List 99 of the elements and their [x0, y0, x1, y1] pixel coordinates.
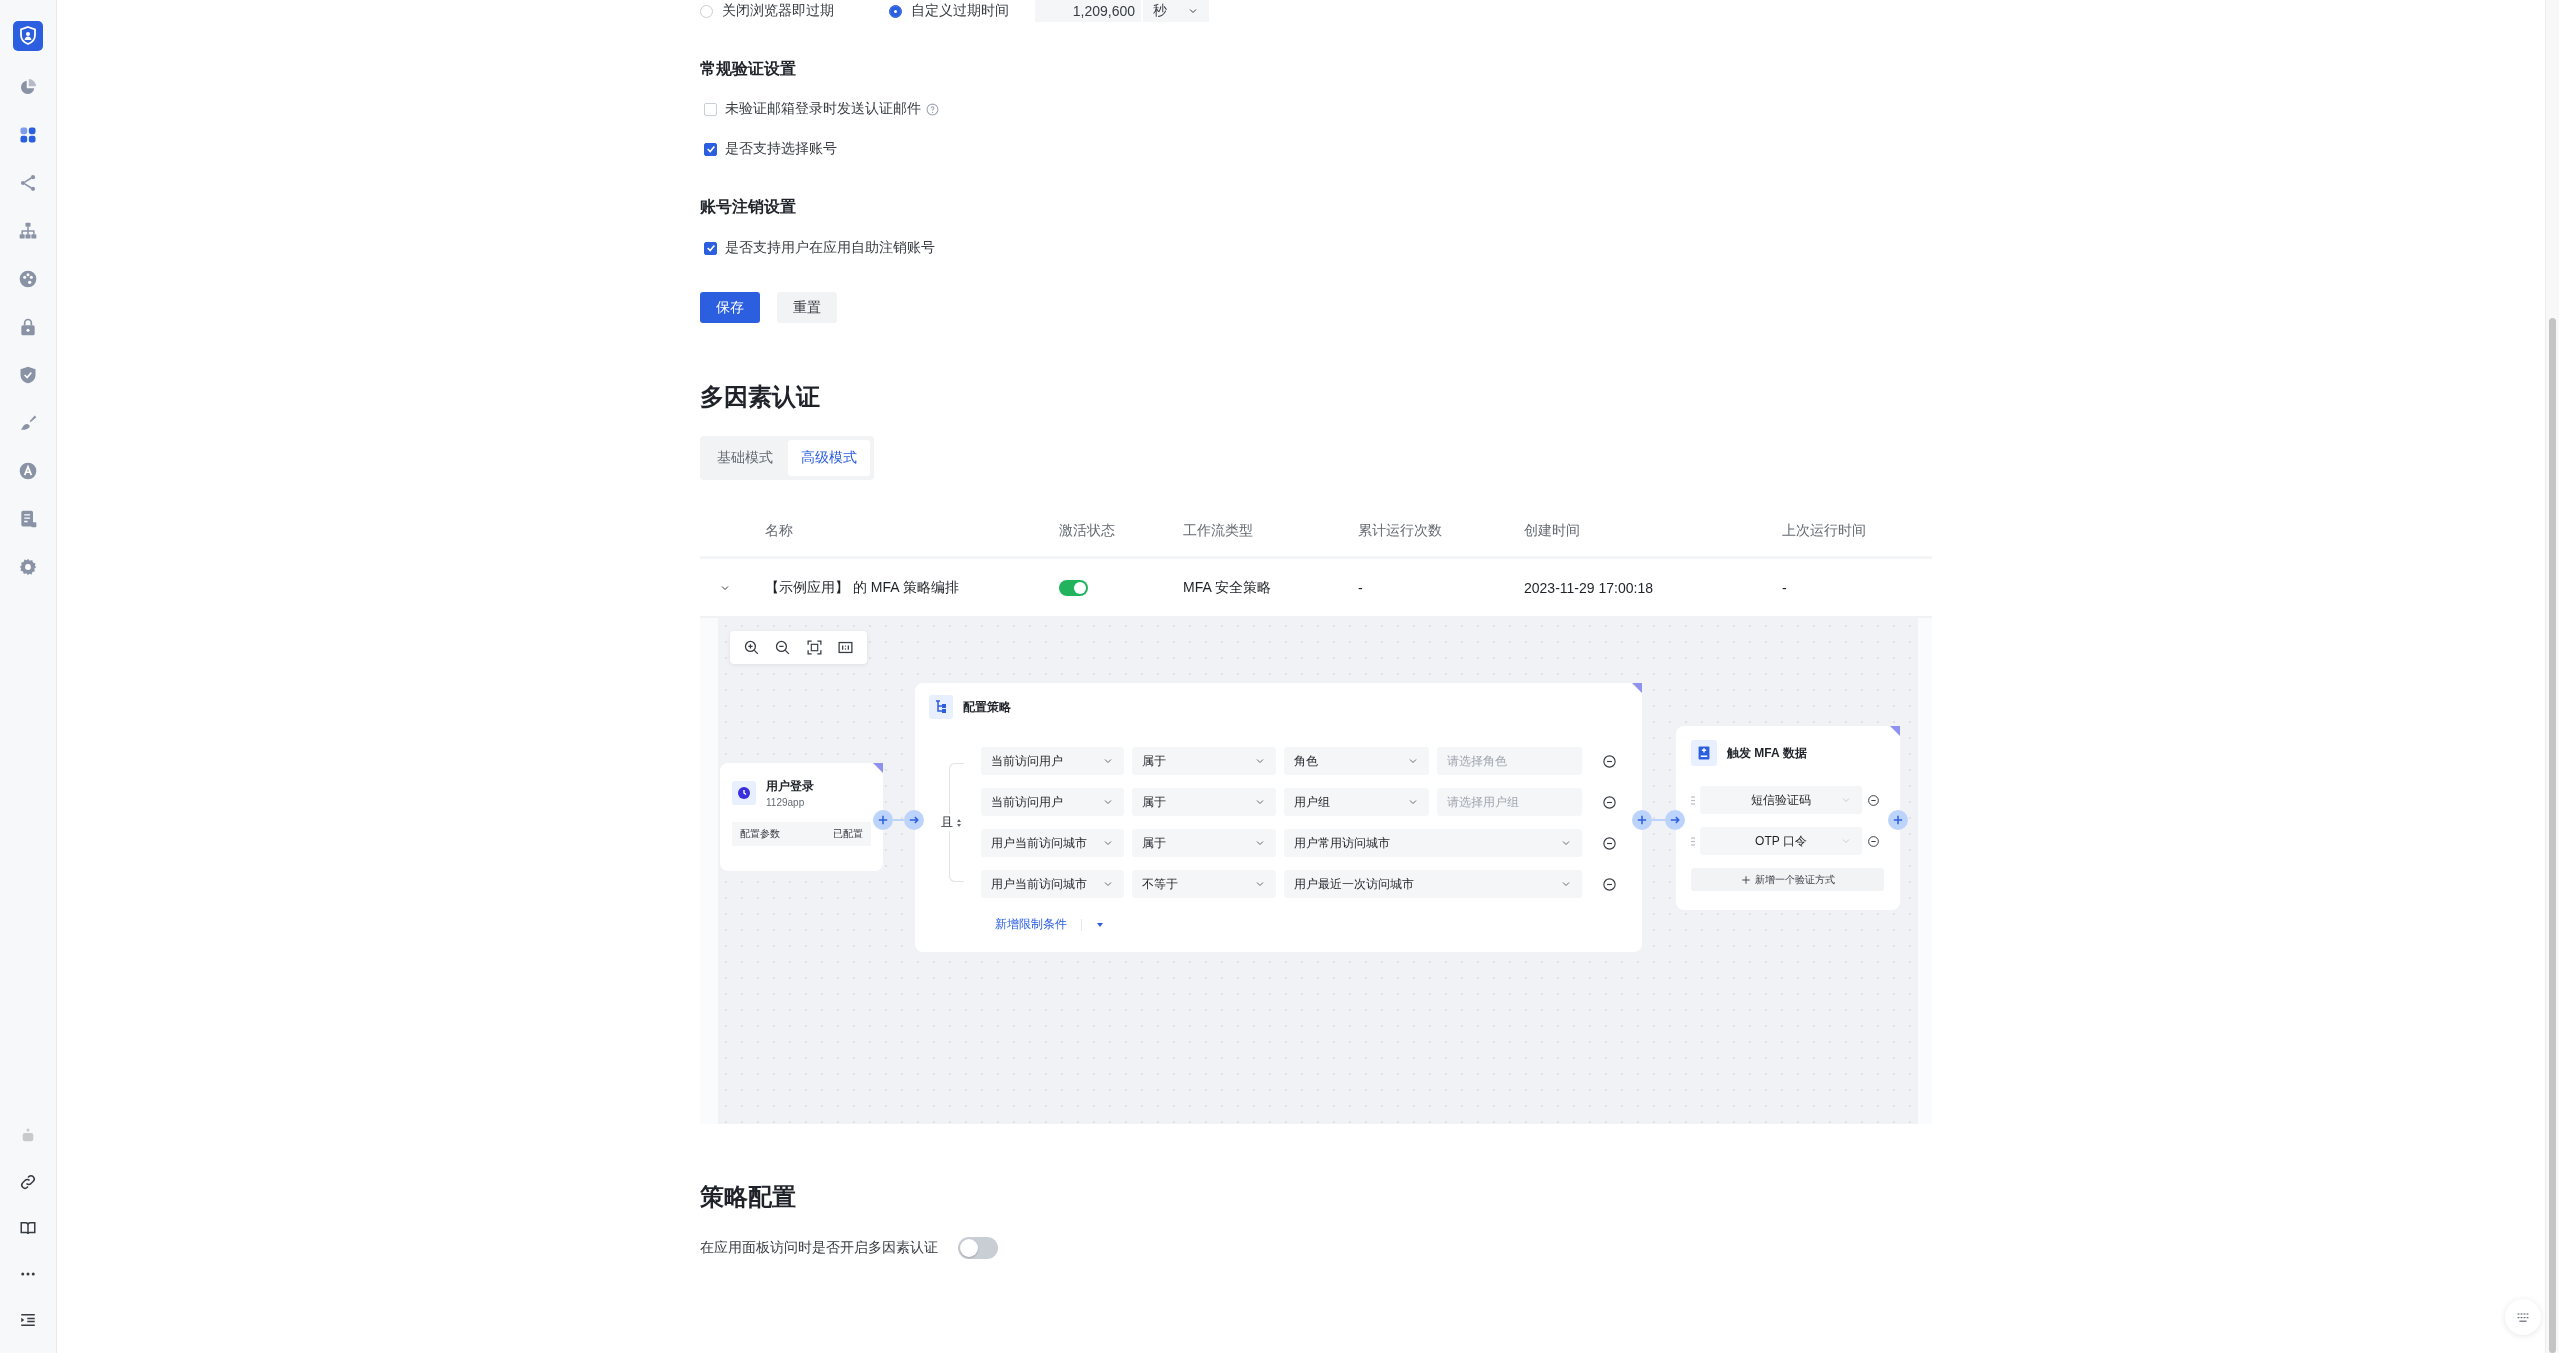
node-title: 触发 MFA 数据	[1727, 744, 1807, 762]
table-cell-text: 2023-11-29 17:00:18	[1524, 579, 1654, 596]
section-title: 策略配置	[700, 1182, 797, 1212]
value-dropdown[interactable]: 角色	[1284, 747, 1429, 775]
drag-handle-icon[interactable]	[1691, 836, 1695, 846]
subject-dropdown[interactable]: 用户当前访问城市	[981, 829, 1124, 857]
column-header: 名称	[765, 521, 794, 540]
column-header: 工作流类型	[1183, 521, 1254, 540]
palette-icon[interactable]	[18, 269, 38, 289]
checkbox-label: 是否支持选择账号	[725, 140, 837, 158]
section-title: 账号注销设置	[700, 197, 797, 217]
duration-field[interactable]: 1,209,600	[1035, 0, 1141, 22]
remove-icon[interactable]	[1602, 753, 1617, 769]
share-icon[interactable]	[18, 173, 38, 193]
org-chart-icon[interactable]	[18, 221, 38, 241]
unit-dropdown[interactable]: 秒	[1143, 0, 1209, 22]
value-field[interactable]: 请选择用户组	[1437, 788, 1582, 816]
param-value: 已配置	[833, 827, 863, 841]
arrow-port-icon[interactable]	[904, 810, 924, 830]
document-icon[interactable]	[18, 509, 38, 529]
caret-icon[interactable]	[1096, 920, 1104, 929]
value-dropdown[interactable]: 用户常用访问城市	[1284, 829, 1582, 857]
node-subtitle: 1129app	[766, 797, 806, 808]
operator-dropdown[interactable]: 属于	[1132, 829, 1276, 857]
param-label: 配置参数	[740, 827, 780, 841]
operator-dropdown[interactable]: 不等于	[1132, 870, 1276, 898]
font-icon[interactable]	[18, 461, 38, 481]
grid-dots-icon	[2517, 1311, 2529, 1323]
save-button[interactable]: 保存	[700, 292, 760, 323]
column-header: 创建时间	[1524, 521, 1581, 540]
column-header: 激活状态	[1059, 521, 1116, 540]
pie-chart-icon[interactable]	[18, 77, 38, 97]
value-field[interactable]: 请选择角色	[1437, 747, 1582, 775]
fit-screen-icon[interactable]	[805, 639, 823, 656]
node-title: 配置策略	[963, 698, 1011, 716]
toggle-switch[interactable]	[958, 1237, 998, 1259]
logic-label: 且	[941, 814, 953, 831]
corner-marker	[1890, 726, 1900, 736]
settings-icon[interactable]	[18, 557, 38, 577]
add-method-button[interactable]: 新增一个验证方式	[1691, 868, 1884, 891]
table-cell-text: -	[1358, 579, 1364, 596]
radio-label: 自定义过期时间	[911, 2, 1009, 20]
lock-icon[interactable]	[18, 317, 38, 337]
shield-logo[interactable]	[13, 21, 43, 51]
subject-dropdown[interactable]: 当前访问用户	[981, 747, 1124, 775]
add-node-button[interactable]	[873, 810, 893, 830]
arrow-port-icon[interactable]	[1665, 810, 1685, 830]
method-dropdown[interactable]: 短信验证码	[1700, 786, 1862, 814]
brush-icon[interactable]	[18, 413, 38, 433]
table-cell-text: MFA 安全策略	[1183, 578, 1272, 597]
remove-icon[interactable]	[1602, 835, 1617, 851]
operator-dropdown[interactable]: 属于	[1132, 747, 1276, 775]
remove-icon[interactable]	[1602, 794, 1617, 810]
apps-grid-icon[interactable]	[18, 125, 38, 145]
subject-dropdown[interactable]: 当前访问用户	[981, 788, 1124, 816]
checkbox-label: 是否支持用户在应用自助注销账号	[725, 239, 935, 257]
add-condition-link[interactable]: 新增限制条件	[995, 916, 1067, 933]
shield-check-icon[interactable]	[18, 365, 38, 385]
toggle-label: 在应用面板访问时是否开启多因素认证	[700, 1239, 938, 1257]
value-dropdown[interactable]: 用户最近一次访问城市	[1284, 870, 1582, 898]
actual-size-icon[interactable]	[836, 639, 854, 656]
radio-label: 关闭浏览器即过期	[722, 2, 834, 20]
checkbox[interactable]	[704, 142, 717, 156]
checkbox-label: 未验证邮箱登录时发送认证邮件	[725, 100, 921, 118]
book-icon[interactable]	[19, 1219, 37, 1237]
add-node-button[interactable]	[1888, 810, 1908, 830]
reset-button[interactable]: 重置	[777, 292, 837, 323]
table-cell-text: -	[1782, 579, 1788, 596]
zoom-in-icon[interactable]	[743, 639, 761, 656]
tree-icon	[929, 695, 953, 719]
sort-icon[interactable]	[956, 817, 962, 828]
subject-dropdown[interactable]: 用户当前访问城市	[981, 870, 1124, 898]
operator-dropdown[interactable]: 属于	[1132, 788, 1276, 816]
node-title: 用户登录	[766, 778, 814, 795]
radio-button[interactable]	[889, 4, 902, 18]
plus-icon	[1740, 874, 1751, 885]
drag-handle-icon[interactable]	[1691, 795, 1695, 805]
table-cell-text: 【示例应用】 的 MFA 策略编排	[765, 578, 960, 597]
scrollbar[interactable]	[2545, 0, 2559, 1353]
checkbox[interactable]	[704, 241, 717, 255]
section-title: 常规验证设置	[700, 59, 797, 79]
mode-tab[interactable]: 基础模式	[704, 440, 786, 476]
value-dropdown[interactable]: 用户组	[1284, 788, 1429, 816]
mode-tab[interactable]: 高级模式	[788, 440, 870, 476]
add-node-button[interactable]	[1632, 810, 1652, 830]
zoom-out-icon[interactable]	[774, 639, 792, 656]
toggle-switch[interactable]	[1059, 579, 1088, 596]
link-icon[interactable]	[19, 1173, 37, 1191]
file-icon	[1691, 740, 1717, 766]
clock-icon	[732, 781, 756, 805]
corner-marker	[1632, 683, 1642, 693]
column-header: 上次运行时间	[1782, 521, 1867, 540]
corner-marker	[873, 763, 883, 773]
connector-line	[1652, 819, 1665, 821]
column-header: 累计运行次数	[1358, 521, 1443, 540]
method-dropdown[interactable]: OTP 口令	[1700, 827, 1862, 855]
remove-icon[interactable]	[1602, 876, 1617, 892]
section-title: 多因素认证	[700, 382, 821, 412]
collapse-menu-icon[interactable]	[19, 1311, 37, 1329]
